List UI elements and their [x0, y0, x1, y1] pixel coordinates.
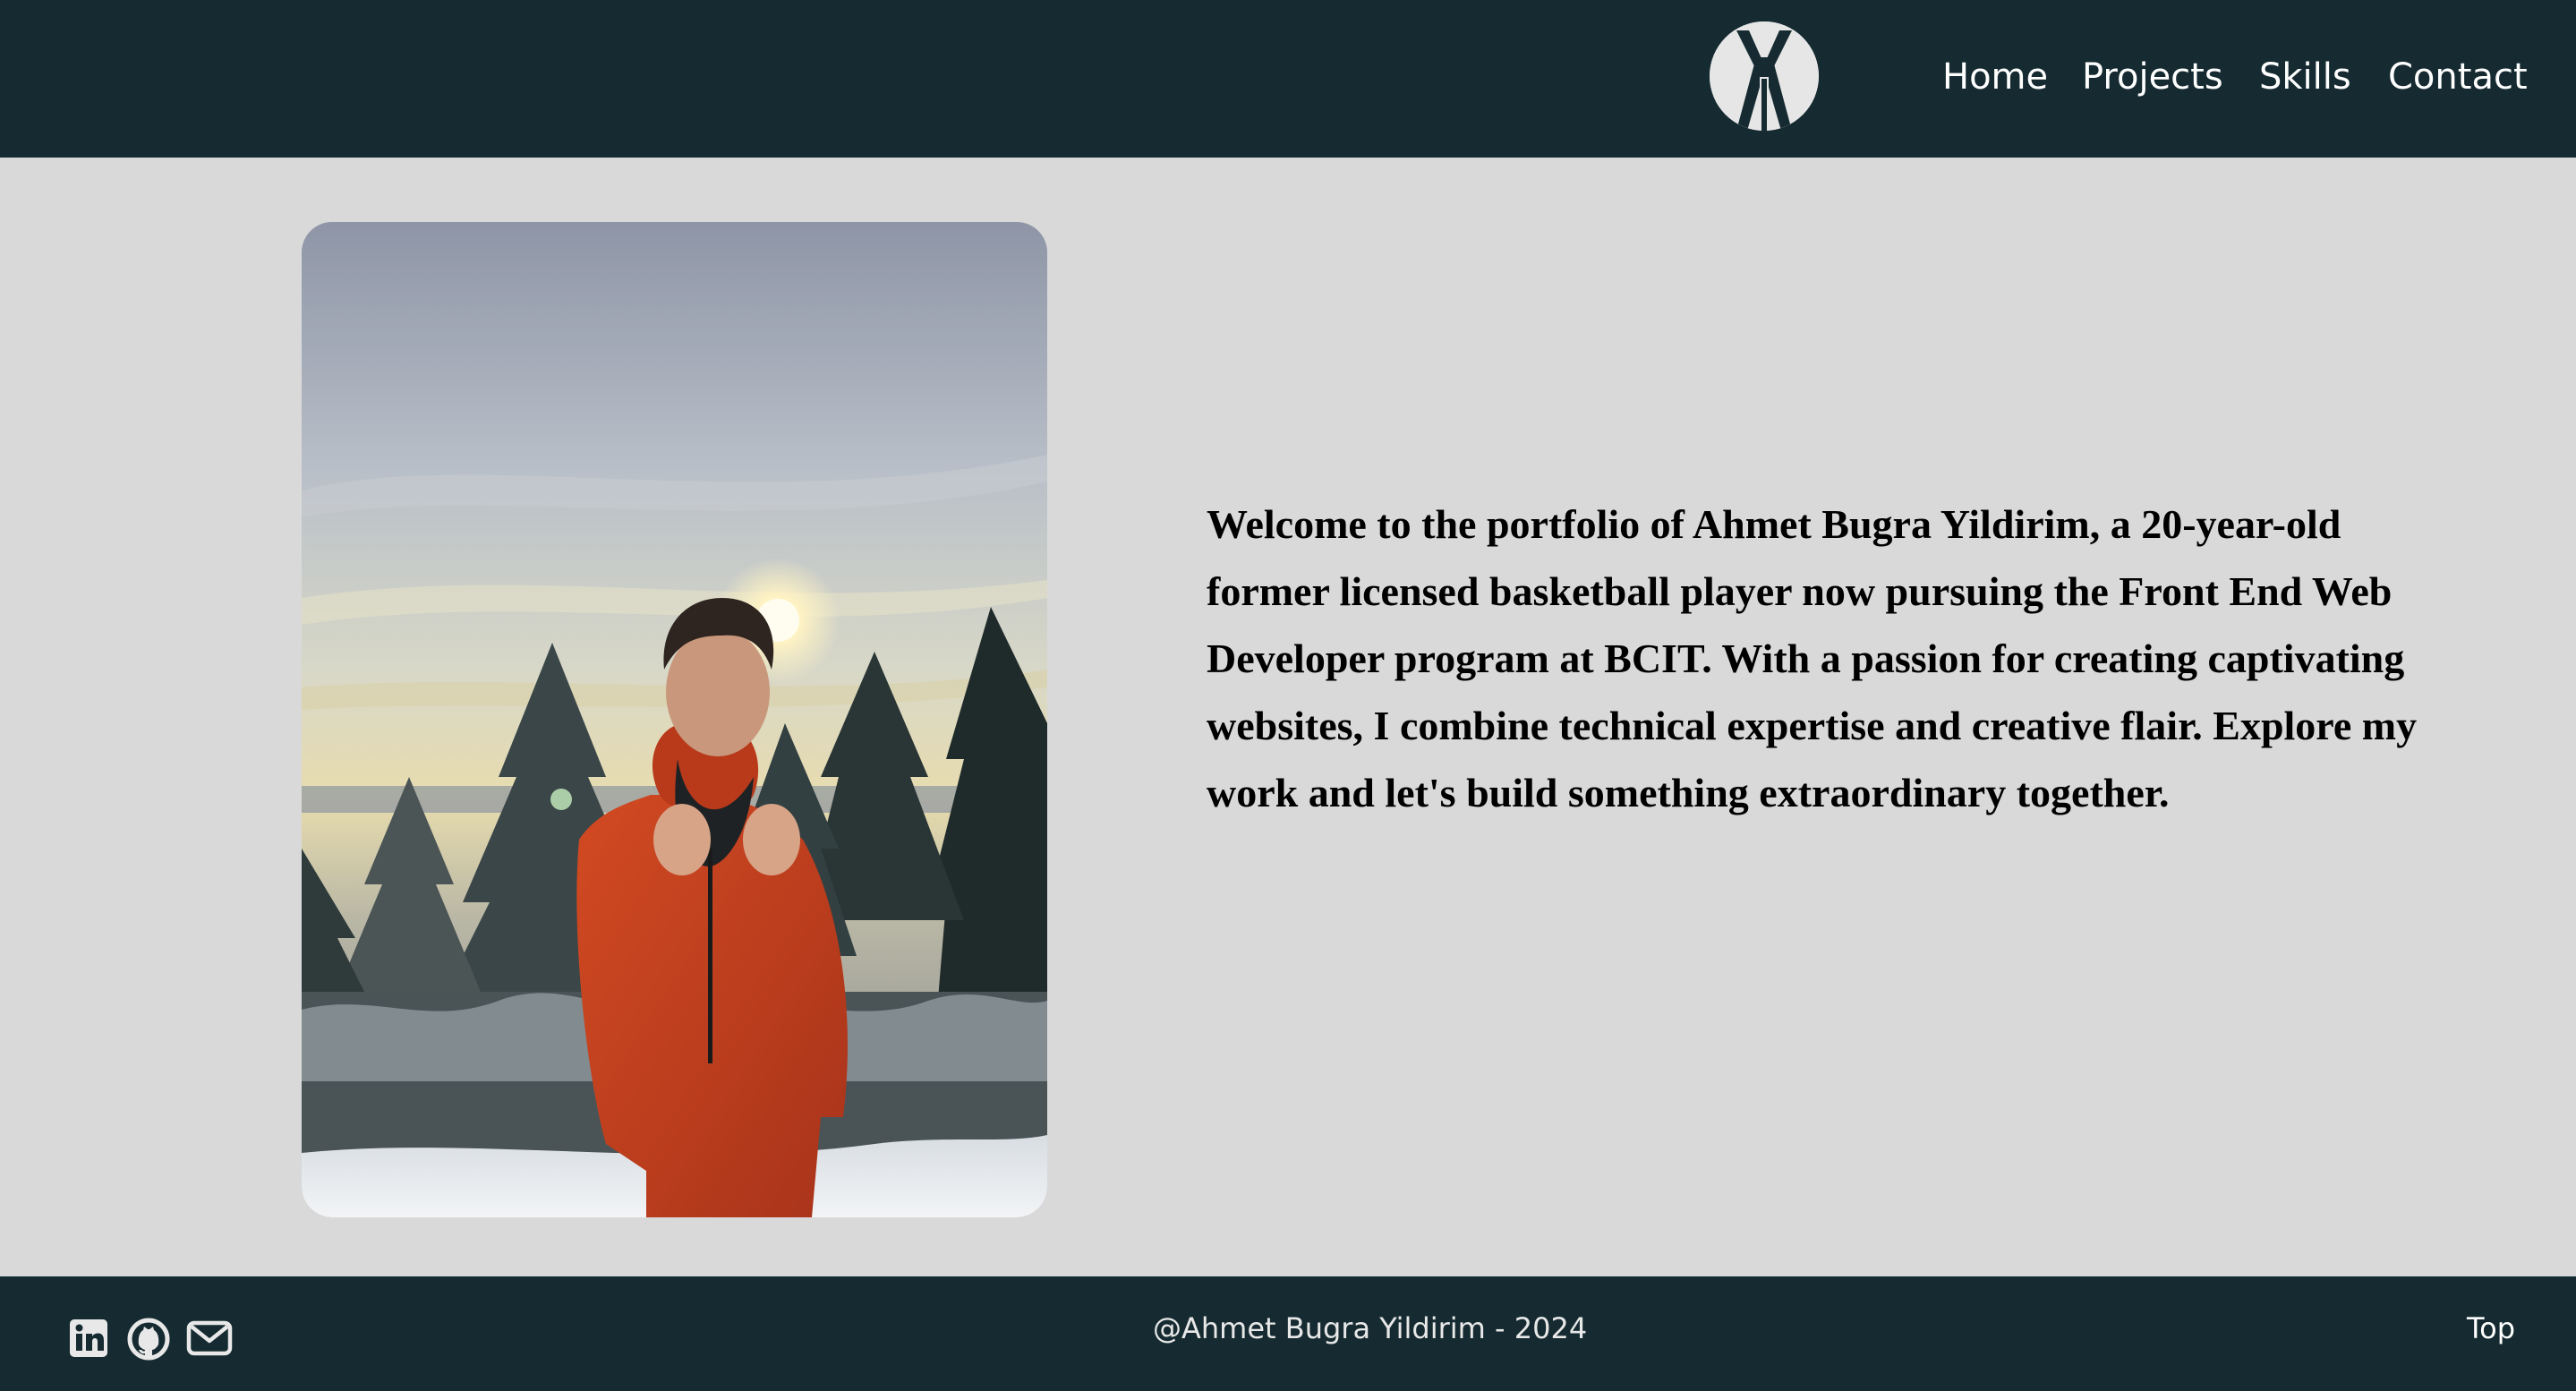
github-icon[interactable]	[127, 1318, 170, 1365]
mail-icon[interactable]	[186, 1318, 233, 1363]
copyright-text: @Ahmet Bugra Yildirim - 2024	[1153, 1311, 1588, 1345]
main-nav: Home Projects Skills Contact	[0, 0, 2576, 158]
nav-home[interactable]: Home	[1942, 55, 2048, 98]
nav-projects[interactable]: Projects	[2082, 55, 2223, 98]
linkedin-icon[interactable]	[68, 1318, 109, 1363]
hero-section: Welcome to the portfolio of Ahmet Bugra …	[0, 158, 2576, 1276]
nav-skills[interactable]: Skills	[2259, 55, 2351, 98]
nav-contact[interactable]: Contact	[2388, 55, 2528, 98]
profile-photo	[302, 222, 1047, 1217]
back-to-top-link[interactable]: Top	[2467, 1310, 2515, 1346]
site-footer: @Ahmet Bugra Yildirim - 2024 Top	[0, 1276, 2576, 1391]
site-header: Home Projects Skills Contact	[0, 0, 2576, 158]
intro-text: Welcome to the portfolio of Ahmet Bugra …	[1207, 501, 2418, 815]
